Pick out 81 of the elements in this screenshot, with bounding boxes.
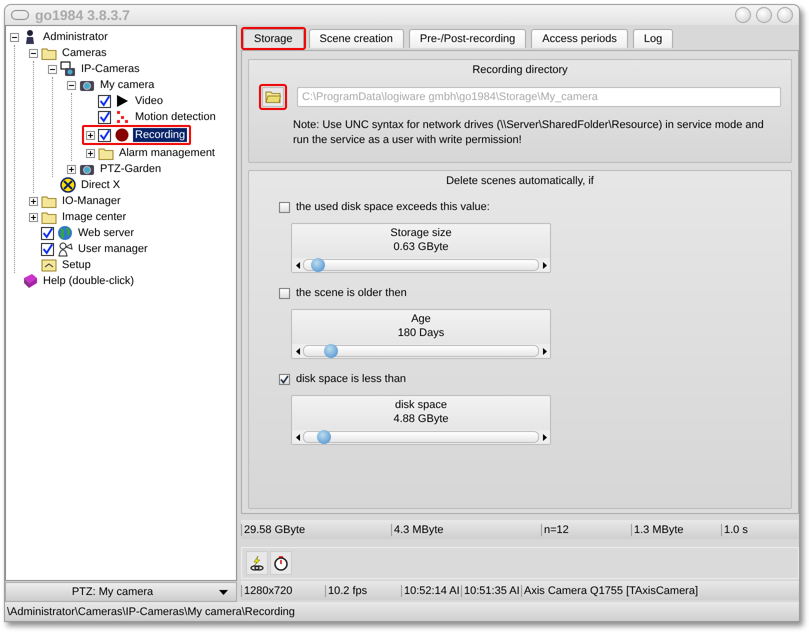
checkbox[interactable] bbox=[279, 202, 290, 212]
motion-icon bbox=[114, 109, 130, 125]
checkbox-label: the used disk space exceeds this value: bbox=[296, 201, 490, 213]
path-status-text: \Administrator\Cameras\IP-Cameras\My camera\Recording bbox=[6, 606, 295, 618]
cameras-icon bbox=[60, 61, 76, 77]
status-cell: 1.0 s bbox=[721, 524, 781, 536]
group-title: Delete scenes automatically, if bbox=[445, 175, 595, 187]
checkbox[interactable] bbox=[279, 288, 290, 298]
checkbox[interactable] bbox=[98, 94, 111, 108]
expand-icon[interactable] bbox=[29, 196, 38, 206]
tree-item[interactable]: Recording bbox=[133, 128, 188, 142]
tree-item[interactable]: User manager bbox=[76, 242, 150, 256]
tree-item[interactable]: Alarm management bbox=[117, 146, 217, 160]
expand-icon[interactable] bbox=[29, 212, 38, 222]
tree-item[interactable]: Cameras bbox=[60, 46, 109, 60]
status-cell: n=12 bbox=[541, 524, 631, 536]
slider-thumb[interactable] bbox=[324, 344, 338, 358]
tree-item[interactable]: Help (double-click) bbox=[41, 274, 136, 288]
tree-item[interactable]: IP-Cameras bbox=[79, 62, 142, 76]
tab[interactable]: Storage bbox=[243, 29, 304, 48]
setup-icon bbox=[41, 257, 57, 273]
tab[interactable]: Access periods bbox=[531, 29, 628, 48]
expand-icon[interactable] bbox=[67, 164, 76, 174]
play-icon bbox=[114, 93, 130, 109]
tree-item[interactable]: PTZ-Garden bbox=[98, 162, 164, 176]
tree-item[interactable]: Web server bbox=[76, 226, 136, 240]
window-menu-icon[interactable] bbox=[11, 10, 29, 20]
tree-item[interactable]: Motion detection bbox=[133, 110, 218, 124]
window-title: go1984 3.8.3.7 bbox=[35, 7, 130, 23]
slider-reading: 180 Days bbox=[396, 326, 446, 340]
directx-icon bbox=[60, 177, 76, 193]
timer-button[interactable] bbox=[270, 551, 292, 575]
collapse-icon[interactable] bbox=[10, 32, 19, 42]
stopwatch-icon bbox=[273, 555, 289, 571]
status-cell: 1280x720 bbox=[241, 584, 325, 596]
expand-icon[interactable] bbox=[86, 148, 95, 158]
status-cell: Axis Camera Q1755 [TAxisCamera] bbox=[521, 584, 721, 596]
slider-title: Age bbox=[410, 312, 432, 326]
tree-item[interactable]: Image center bbox=[60, 210, 128, 224]
checkbox-label: disk space is less than bbox=[296, 373, 406, 385]
status-cell: 29.58 GByte bbox=[241, 524, 391, 536]
ptz-dropdown[interactable]: PTZ: My camera bbox=[5, 582, 237, 602]
globe-icon bbox=[57, 225, 73, 241]
tree-item[interactable]: Video bbox=[133, 94, 165, 108]
lightning-link-icon bbox=[249, 555, 265, 571]
tree-item[interactable]: Setup bbox=[60, 258, 93, 272]
tab[interactable]: Scene creation bbox=[308, 29, 404, 48]
slider-reading: 4.88 GByte bbox=[392, 412, 450, 426]
slider-thumb[interactable] bbox=[317, 430, 332, 444]
users-icon bbox=[57, 241, 73, 257]
book-icon bbox=[22, 273, 38, 289]
collapse-icon[interactable] bbox=[48, 64, 57, 74]
checkbox[interactable] bbox=[98, 128, 111, 142]
tree-item[interactable]: Administrator bbox=[41, 30, 110, 44]
checkbox-label: the scene is older then bbox=[296, 287, 407, 299]
status-cell: 4.3 MByte bbox=[391, 524, 541, 536]
record-icon bbox=[114, 127, 130, 143]
checkbox[interactable] bbox=[98, 110, 111, 124]
tab[interactable]: Pre-/Post-recording bbox=[408, 29, 526, 48]
tree-item[interactable]: IO-Manager bbox=[60, 194, 123, 208]
status-cell: 1.3 MByte bbox=[631, 524, 721, 536]
checkbox[interactable] bbox=[41, 226, 54, 240]
collapse-icon[interactable] bbox=[67, 80, 76, 90]
note-text: Note: Use UNC syntax for network drives (\\Server\SharedFolder\Resource) in service mode and run the service as a user with write permission! bbox=[293, 118, 765, 148]
slider-reading: 0.63 GByte bbox=[392, 240, 450, 254]
status-cell: 10:51:35 AI bbox=[461, 584, 521, 596]
tab[interactable]: Log bbox=[632, 29, 674, 48]
caret-icon bbox=[219, 590, 228, 594]
group-title: Recording directory bbox=[471, 64, 569, 76]
status-cell: 10:52:14 AI bbox=[401, 584, 461, 596]
status-cell: 10.2 fps bbox=[325, 584, 401, 596]
tree-item[interactable]: Direct X bbox=[79, 178, 122, 192]
slider-title: disk space bbox=[394, 398, 448, 412]
slider-title: Storage size bbox=[389, 226, 453, 240]
expand-icon[interactable] bbox=[86, 130, 95, 140]
slider-thumb[interactable] bbox=[310, 258, 325, 272]
checkbox[interactable] bbox=[279, 374, 290, 384]
tree-item[interactable]: My camera bbox=[98, 78, 156, 92]
collapse-icon[interactable] bbox=[29, 48, 38, 58]
checkbox[interactable] bbox=[41, 242, 54, 256]
connect-button[interactable] bbox=[246, 551, 268, 575]
